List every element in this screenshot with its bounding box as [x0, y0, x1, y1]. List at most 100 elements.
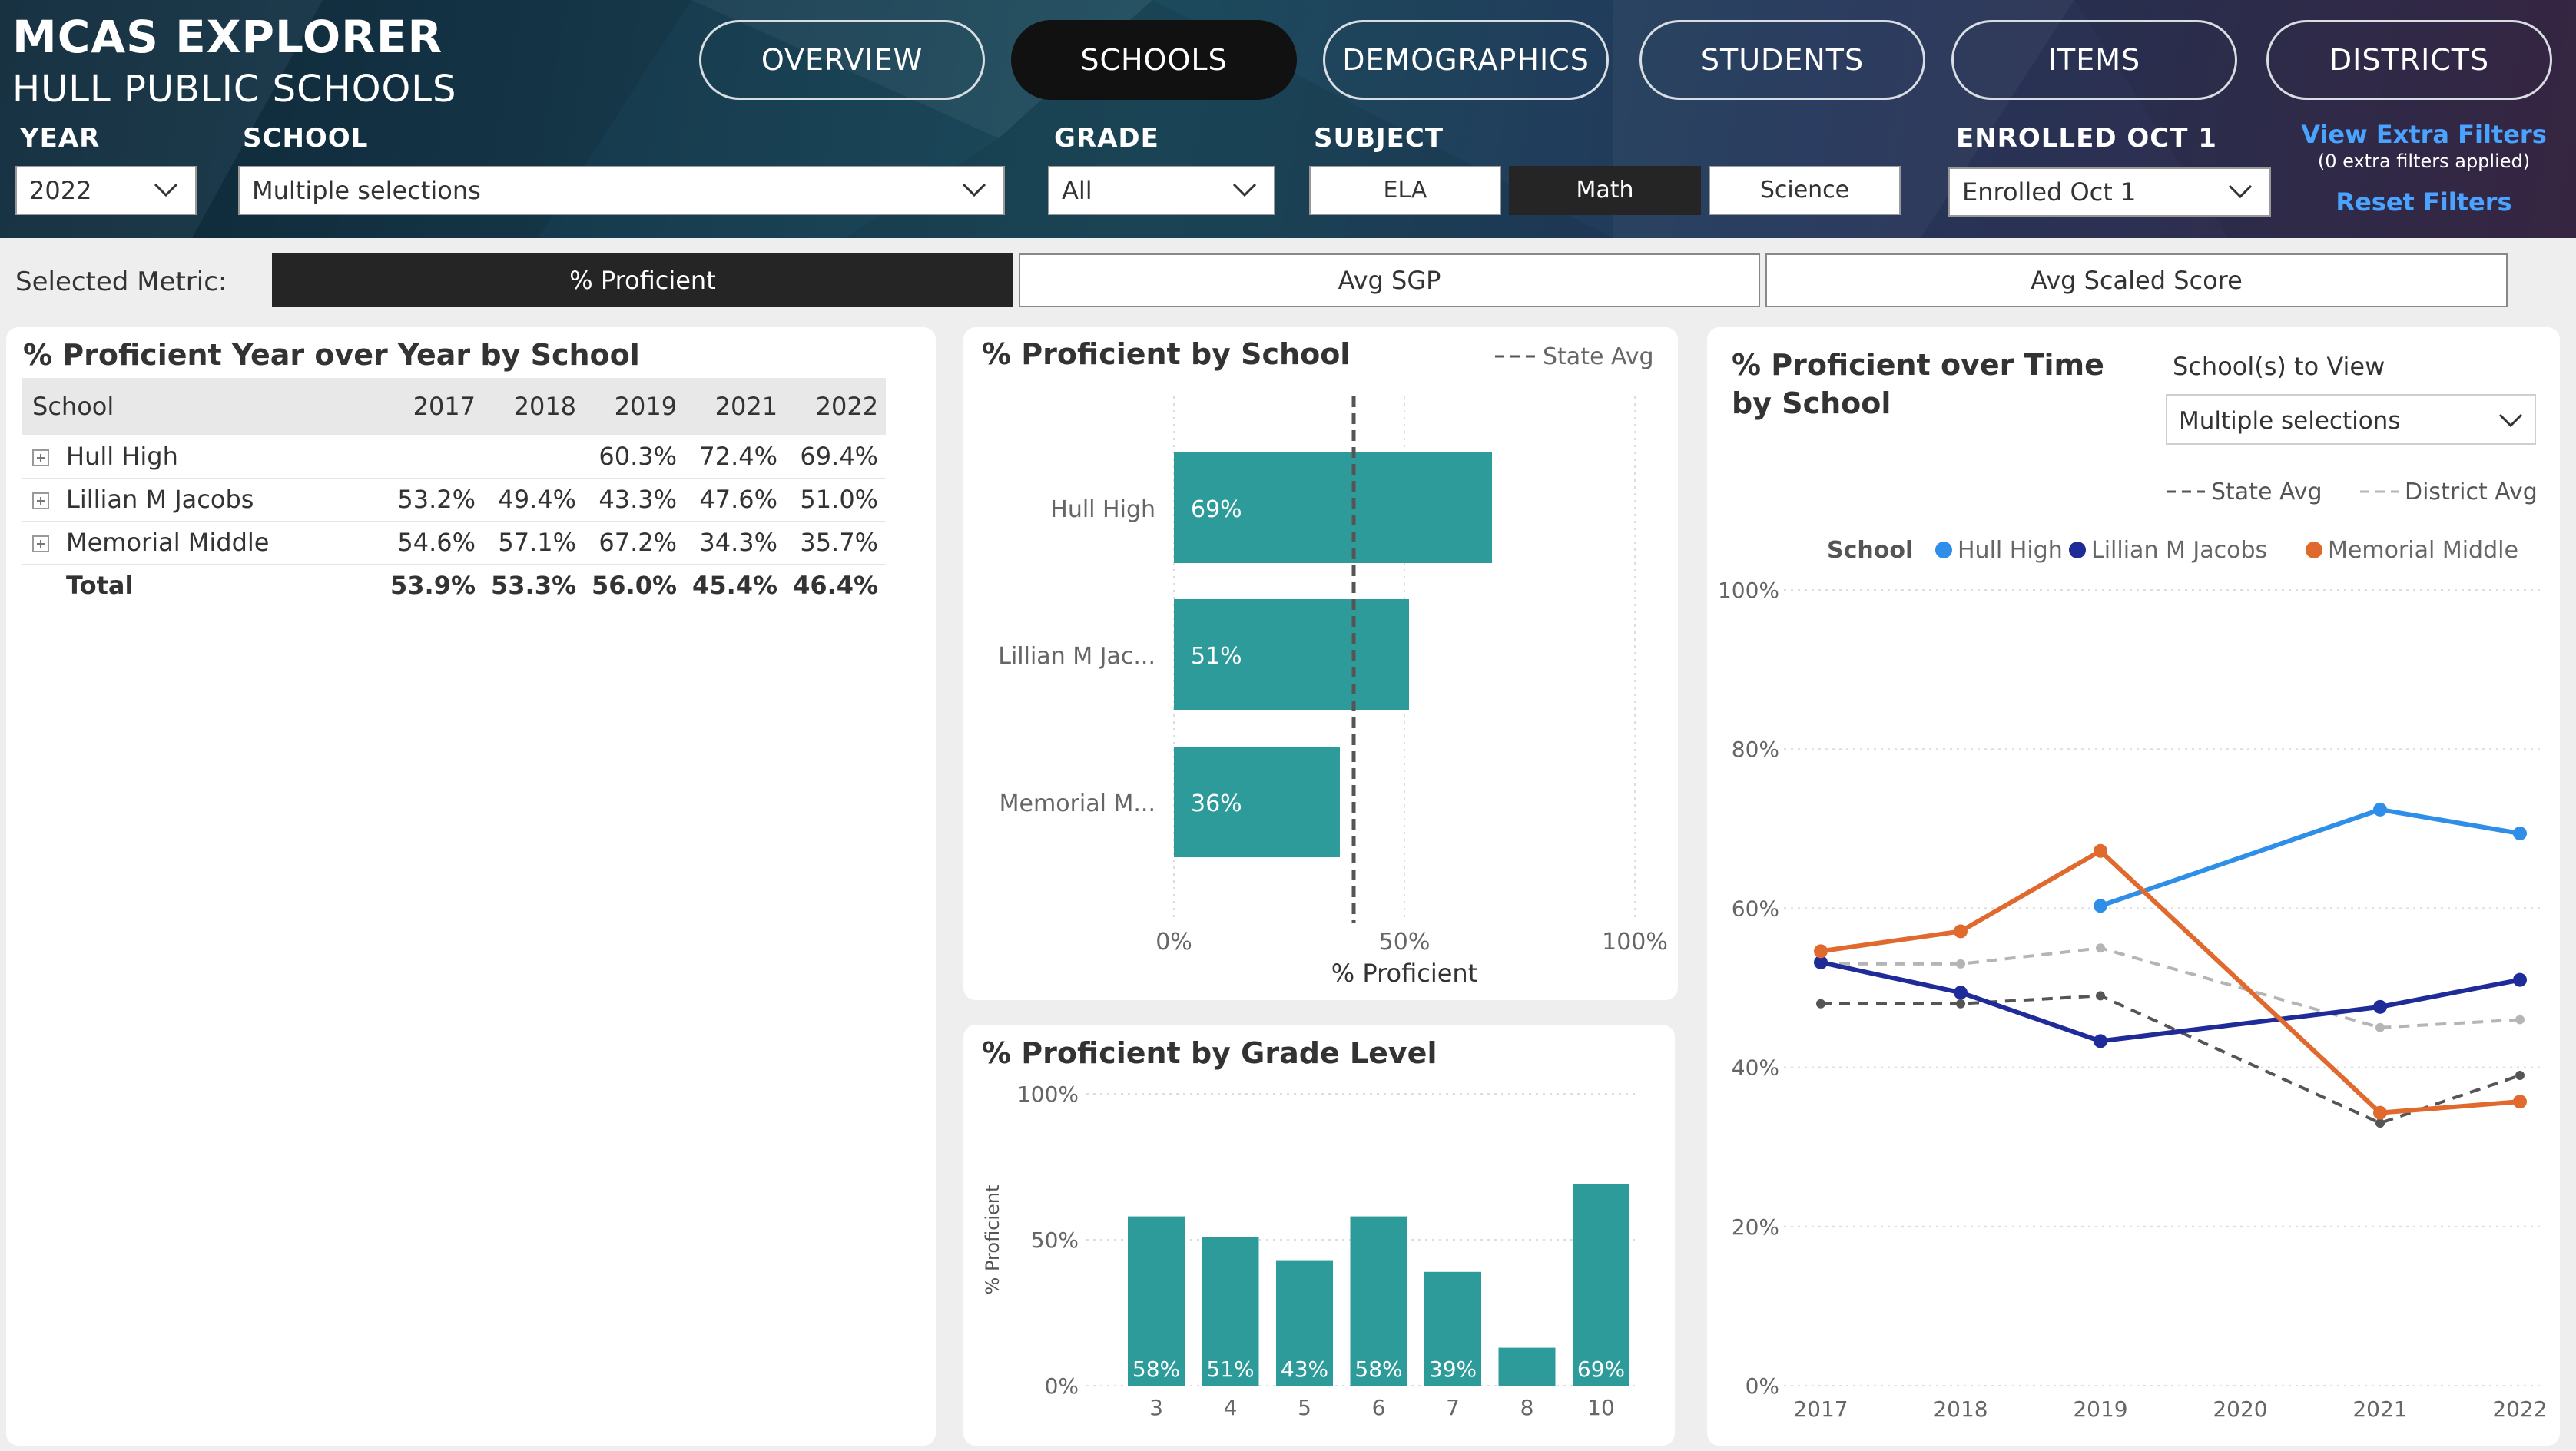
- y-tick-label: 100%: [1718, 578, 1779, 603]
- grade-bar-data-label: 58%: [1354, 1357, 1402, 1382]
- table-row: Memorial Middle 54.6% 57.1% 67.2% 34.3% …: [22, 521, 887, 565]
- district-avg-line-point: [2375, 1022, 2385, 1032]
- reset-filters-link[interactable]: Reset Filters: [2297, 187, 2551, 217]
- legend-item-label: Lillian M Jacobs: [2091, 537, 2267, 564]
- schools-to-view-value: Multiple selections: [2179, 407, 2400, 435]
- grade-bar-data-label: 51%: [1206, 1357, 1254, 1382]
- state-avg-line-point: [2375, 1118, 2385, 1128]
- grade-bar-data-label: 39%: [1429, 1357, 1477, 1382]
- nav-demographics[interactable]: DEMOGRAPHICS: [1323, 20, 1609, 100]
- memorial-middle-line: [1820, 848, 2521, 1115]
- nav-overview[interactable]: OVERVIEW: [699, 20, 985, 100]
- school-category-label: Memorial M...: [1000, 790, 1155, 817]
- year-value: 2022: [29, 176, 92, 205]
- year-filter-label: YEAR: [20, 123, 101, 154]
- hull-high-line-point: [2094, 899, 2107, 913]
- selected-metric-label: Selected Metric:: [15, 267, 227, 297]
- table-cell: [483, 435, 585, 479]
- column-header-school[interactable]: School: [22, 378, 383, 435]
- year-dropdown[interactable]: 2022: [15, 166, 197, 215]
- grade-bar-data-label: 69%: [1577, 1357, 1625, 1382]
- table-cell: 49.4%: [483, 478, 585, 522]
- total-cell: 46.4%: [793, 571, 879, 601]
- view-extra-filters-link[interactable]: View Extra Filters: [2297, 120, 2551, 149]
- x-tick-label: 2017: [1793, 1396, 1848, 1422]
- state-avg-line-point: [1956, 999, 1965, 1009]
- column-header-2021[interactable]: 2021: [685, 378, 786, 435]
- hull-high-line-point: [2373, 802, 2387, 817]
- grade-bar: [1573, 1184, 1629, 1386]
- state-avg-line-point: [2096, 991, 2105, 1001]
- table-cell: 51.0%: [785, 478, 887, 522]
- subject-ela-button[interactable]: ELA: [1309, 166, 1501, 215]
- legend-item-label: Memorial Middle: [2328, 537, 2518, 564]
- y-tick-label: 20%: [1732, 1214, 1779, 1240]
- x-tick-label: 0%: [1155, 929, 1192, 956]
- column-header-2019[interactable]: 2019: [584, 378, 685, 435]
- lillian-m-jacobs-line-point: [1954, 986, 1968, 1000]
- legend-item-label: Hull High: [1958, 537, 2063, 564]
- table-cell: 67.2%: [584, 521, 685, 565]
- nav-schools[interactable]: SCHOOLS: [1011, 20, 1297, 100]
- column-header-2022[interactable]: 2022: [785, 378, 887, 435]
- header-banner: MCAS EXPLORER HULL PUBLIC SCHOOLS OVERVI…: [0, 0, 2576, 238]
- x-tick-label: 3: [1149, 1395, 1163, 1420]
- school-category-label: Lillian M Jac...: [998, 643, 1155, 670]
- proficient-over-time-chart: % Proficient over Time by School School(s)…: [1718, 348, 2548, 1422]
- district-avg-line-point: [2096, 943, 2105, 953]
- school-bar-data-label: 36%: [1191, 790, 1242, 817]
- school-bar-data-label: 51%: [1191, 643, 1242, 670]
- column-header-2018[interactable]: 2018: [483, 378, 585, 435]
- district-avg-line-point: [1956, 959, 1965, 969]
- memorial-middle-line-point: [2373, 1105, 2387, 1120]
- subject-math-button[interactable]: Math: [1509, 166, 1701, 215]
- memorial-middle-line-point: [1954, 924, 1968, 939]
- total-label: Total: [66, 571, 134, 601]
- memorial-middle-line-point: [1814, 944, 1828, 959]
- grade-bar: [1498, 1347, 1556, 1386]
- metric-proficient-button[interactable]: % Proficient: [272, 253, 1013, 307]
- expand-icon[interactable]: [32, 535, 49, 552]
- chart-title: % Proficient over Time: [1732, 348, 2104, 382]
- grade-value: All: [1062, 176, 1092, 205]
- expand-icon[interactable]: [32, 492, 49, 509]
- grade-dropdown[interactable]: All: [1048, 166, 1275, 215]
- school-category-label: Hull High: [1050, 496, 1155, 523]
- memorial-middle-line-point: [2094, 843, 2107, 858]
- school-dropdown[interactable]: Multiple selections: [238, 166, 1005, 215]
- table-cell: 57.1%: [483, 521, 585, 565]
- lillian-m-jacobs-line-point: [2094, 1034, 2107, 1048]
- lillian-m-jacobs-line-point: [2373, 999, 2387, 1014]
- enrolled-filter-label: ENROLLED OCT 1: [1956, 123, 2217, 154]
- y-tick-label: 100%: [1017, 1082, 1079, 1107]
- enrolled-dropdown[interactable]: Enrolled Oct 1: [1948, 167, 2271, 217]
- expand-icon[interactable]: [32, 449, 49, 466]
- nav-students[interactable]: STUDENTS: [1639, 20, 1925, 100]
- nav-items[interactable]: ITEMS: [1951, 20, 2237, 100]
- nav-districts[interactable]: DISTRICTS: [2266, 20, 2552, 100]
- x-tick-label: 10: [1587, 1395, 1615, 1420]
- y-tick-label: 40%: [1732, 1055, 1779, 1081]
- enrolled-value: Enrolled Oct 1: [1962, 177, 2137, 207]
- school-name: Memorial Middle: [66, 528, 270, 557]
- x-axis-label: % Proficient: [1331, 959, 1478, 988]
- grade-filter-label: GRADE: [1054, 123, 1159, 154]
- x-tick-label: 2018: [1933, 1396, 1988, 1422]
- column-header-2017[interactable]: 2017: [383, 378, 484, 435]
- metric-avg-sgp-button[interactable]: Avg SGP: [1019, 253, 1760, 307]
- x-tick-label: 2019: [2073, 1396, 2127, 1422]
- table-cell: 47.6%: [685, 478, 786, 522]
- chevron-down-icon: [1232, 183, 1257, 197]
- legend-swatch: [2306, 542, 2322, 558]
- district-avg-line-point: [2515, 1015, 2525, 1025]
- table-row: Lillian M Jacobs 53.2% 49.4% 43.3% 47.6%…: [22, 478, 887, 522]
- metric-avg-scaled-score-button[interactable]: Avg Scaled Score: [1765, 253, 2508, 307]
- yoy-table: School 2017 2018 2019 2021 2022 Hull Hig…: [22, 378, 887, 607]
- subject-science-button[interactable]: Science: [1709, 166, 1901, 215]
- school-cell: Memorial Middle: [22, 521, 383, 565]
- subject-filter-label: SUBJECT: [1314, 123, 1444, 154]
- chevron-down-icon: [962, 183, 986, 197]
- yoy-table-title: % Proficient Year over Year by School: [23, 338, 640, 372]
- x-tick-label: 2022: [2492, 1396, 2547, 1422]
- table-cell: 43.3%: [584, 478, 685, 522]
